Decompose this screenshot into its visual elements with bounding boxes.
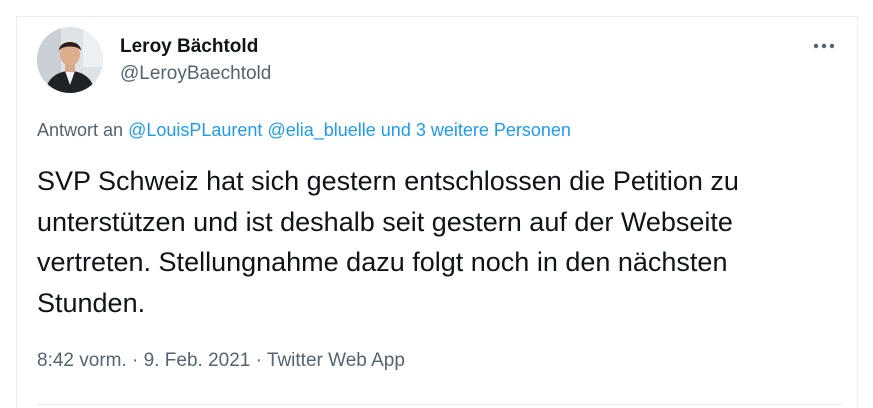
avatar-photo-icon — [37, 27, 103, 93]
tweet-source-link[interactable]: Twitter Web App — [267, 350, 405, 371]
author-handle[interactable]: @LeroyBaechtold — [120, 63, 271, 85]
more-options-button[interactable] — [807, 35, 841, 57]
mention-link-louisplaurent[interactable]: @LouisPLaurent — [128, 120, 262, 140]
mention-link-elia-bluelle[interactable]: @elia_bluelle — [267, 120, 375, 140]
tweet-time-link[interactable]: 8:42 vorm. — [37, 350, 127, 371]
avatar[interactable] — [37, 27, 103, 93]
tweet-text: SVP Schweiz hat sich gestern entschlosse… — [37, 166, 739, 318]
divider — [37, 404, 841, 405]
more-horizontal-icon — [813, 43, 835, 49]
meta-separator: · — [126, 350, 144, 371]
reply-context: Antwort an @LouisPLaurent @elia_bluelle … — [37, 120, 571, 141]
tweet-card: Leroy Bächtold @LeroyBaechtold Antwort a… — [16, 16, 858, 408]
tweet-metadata: 8:42 vorm. · 9. Feb. 2021 · Twitter Web … — [37, 350, 405, 372]
reply-prefix: Antwort an — [37, 120, 124, 140]
author-display-name[interactable]: Leroy Bächtold — [120, 36, 258, 58]
meta-separator: · — [250, 350, 267, 371]
tweet-date-link[interactable]: 9. Feb. 2021 — [144, 350, 251, 371]
more-recipients-link[interactable]: und 3 weitere Personen — [381, 120, 571, 140]
